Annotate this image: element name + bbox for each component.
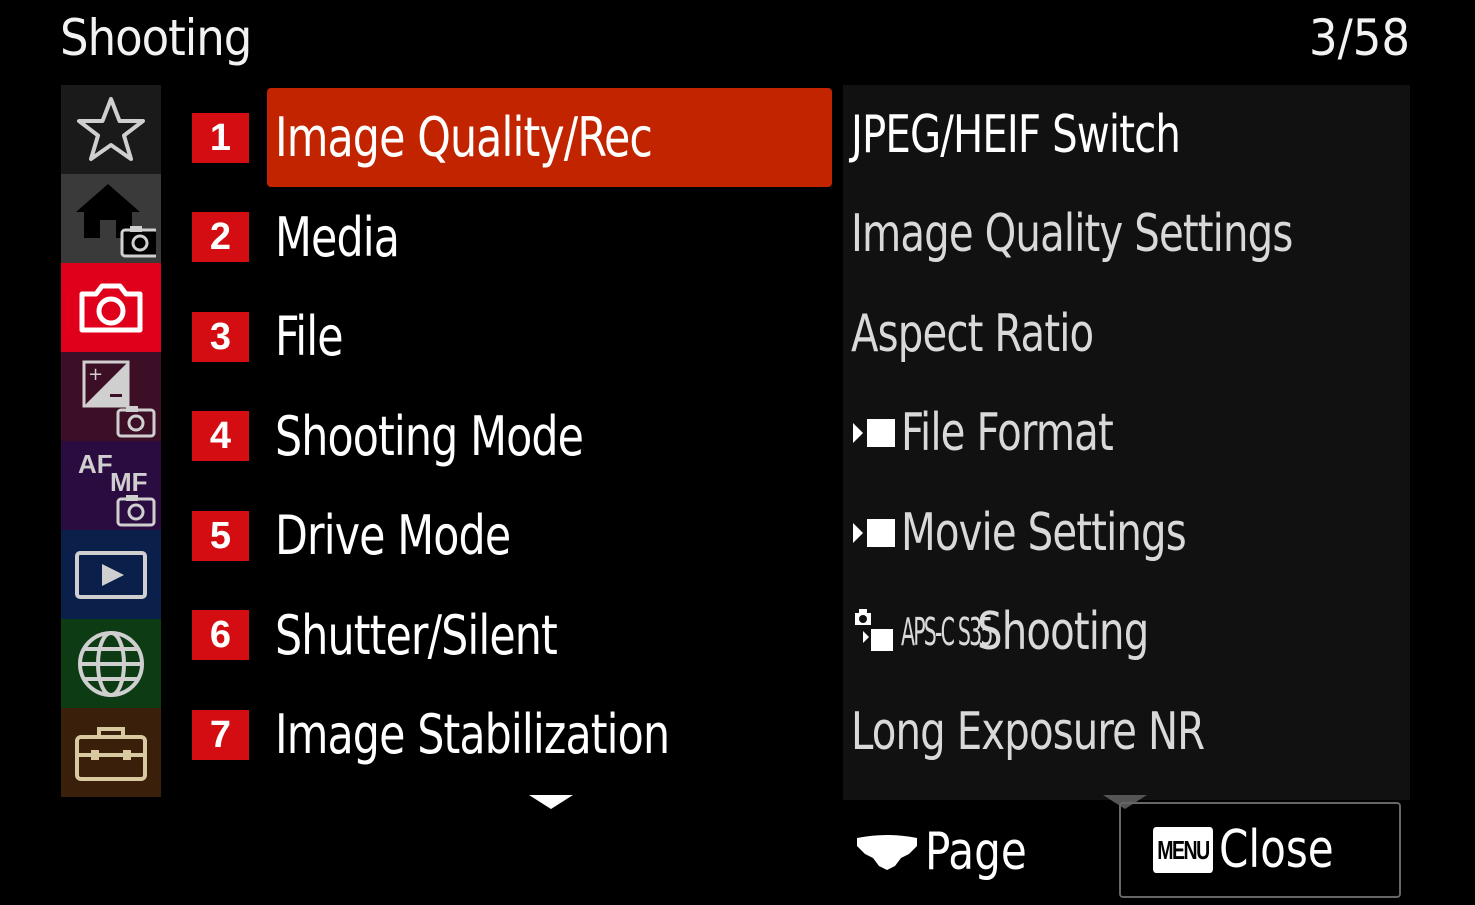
menu-item-label: Media — [275, 205, 400, 269]
camera-icon — [79, 283, 143, 332]
globe-icon — [78, 630, 144, 697]
menu-item-highlight: Image Quality/Rec — [267, 88, 832, 188]
mf-text: MF — [110, 467, 148, 497]
menu-item-image-stabilization[interactable]: 7 Image Stabilization — [192, 685, 837, 785]
af-mf-camera-icon: AF MF — [78, 449, 156, 527]
star-icon — [77, 96, 145, 161]
toolbox-icon — [75, 726, 147, 781]
tab-shooting[interactable] — [61, 263, 161, 352]
exposure-camera-icon: + — [82, 360, 156, 438]
tab-my-menu[interactable] — [61, 85, 161, 174]
menu-item-file[interactable]: 3 File — [192, 287, 837, 387]
submenu-item-label: File Format — [901, 403, 1114, 464]
menu-item-number: 6 — [192, 610, 249, 661]
tab-setup[interactable] — [61, 708, 161, 797]
submenu-item-label: Long Exposure NR — [851, 701, 1205, 762]
menu-item-label: Image Stabilization — [275, 703, 670, 767]
menu-item-number: 2 — [192, 212, 249, 263]
submenu-item-aps-c-shooting[interactable]: APS-C S35 Shooting — [843, 583, 1410, 683]
menu-key-icon: MENU — [1153, 827, 1213, 873]
menu-item-number: 7 — [192, 709, 249, 760]
menu-item-drive-mode[interactable]: 5 Drive Mode — [192, 486, 837, 586]
submenu-item-label: Image Quality Settings — [851, 204, 1293, 265]
menu-item-label: Shutter/Silent — [275, 603, 558, 667]
category-tabs: + AF MF — [61, 85, 161, 797]
home-camera-icon — [76, 184, 156, 258]
menu-item-shutter-silent[interactable]: 6 Shutter/Silent — [192, 586, 837, 686]
submenu-item-file-format[interactable]: File Format — [843, 384, 1410, 484]
menu-title: Shooting — [60, 9, 252, 67]
movie-icon — [851, 513, 897, 553]
menu-item-label: Drive Mode — [275, 504, 511, 568]
menu-item-image-quality-rec[interactable]: 1 Image Quality/Rec — [192, 88, 837, 188]
close-button[interactable]: MENU Close — [1119, 802, 1401, 898]
page-label: Page — [925, 822, 1027, 882]
menu-item-number: 3 — [192, 311, 249, 362]
tab-network[interactable] — [61, 619, 161, 708]
menu-item-number: 4 — [192, 411, 249, 462]
control-wheel-icon — [857, 835, 917, 870]
submenu-item-long-exposure-nr[interactable]: Long Exposure NR — [843, 682, 1410, 782]
aps-c-s35-label: APS-C S35 — [901, 610, 993, 655]
submenu-item-label: Shooting — [977, 602, 1149, 663]
movie-icon — [851, 413, 897, 453]
still-movie-icon — [851, 607, 897, 657]
menu-item-media[interactable]: 2 Media — [192, 188, 837, 288]
menu-item-number: 1 — [192, 112, 249, 163]
page-counter: 3/58 — [1308, 9, 1410, 67]
menu-list: 1 Image Quality/Rec 2 Media 3 File 4 Sho… — [192, 88, 837, 785]
menu-item-shooting-mode[interactable]: 4 Shooting Mode — [192, 387, 837, 487]
submenu-item-label: Movie Settings — [901, 502, 1187, 563]
submenu-item-label: Aspect Ratio — [851, 303, 1094, 364]
page-button[interactable]: Page — [855, 812, 1038, 892]
scroll-down-icon[interactable] — [529, 795, 573, 809]
tab-playback[interactable] — [61, 530, 161, 619]
submenu-item-label: JPEG/HEIF Switch — [851, 104, 1181, 165]
submenu-item-aspect-ratio[interactable]: Aspect Ratio — [843, 284, 1410, 384]
submenu-item-jpeg-heif-switch[interactable]: JPEG/HEIF Switch — [843, 85, 1410, 185]
submenu-panel: JPEG/HEIF Switch Image Quality Settings … — [843, 85, 1410, 800]
menu-item-number: 5 — [192, 510, 249, 561]
svg-text:+: + — [88, 364, 103, 385]
play-icon — [75, 550, 147, 599]
menu-item-label: Image Quality/Rec — [275, 106, 653, 170]
submenu-item-movie-settings[interactable]: Movie Settings — [843, 483, 1410, 583]
tab-exposure-color[interactable]: + — [61, 352, 161, 441]
af-text: AF — [78, 449, 113, 479]
menu-item-label: Shooting Mode — [275, 404, 584, 468]
menu-item-label: File — [275, 305, 344, 369]
submenu-item-image-quality-settings[interactable]: Image Quality Settings — [843, 185, 1410, 285]
close-label: Close — [1219, 820, 1334, 880]
tab-focus[interactable]: AF MF — [61, 441, 161, 530]
tab-main[interactable] — [61, 174, 161, 263]
